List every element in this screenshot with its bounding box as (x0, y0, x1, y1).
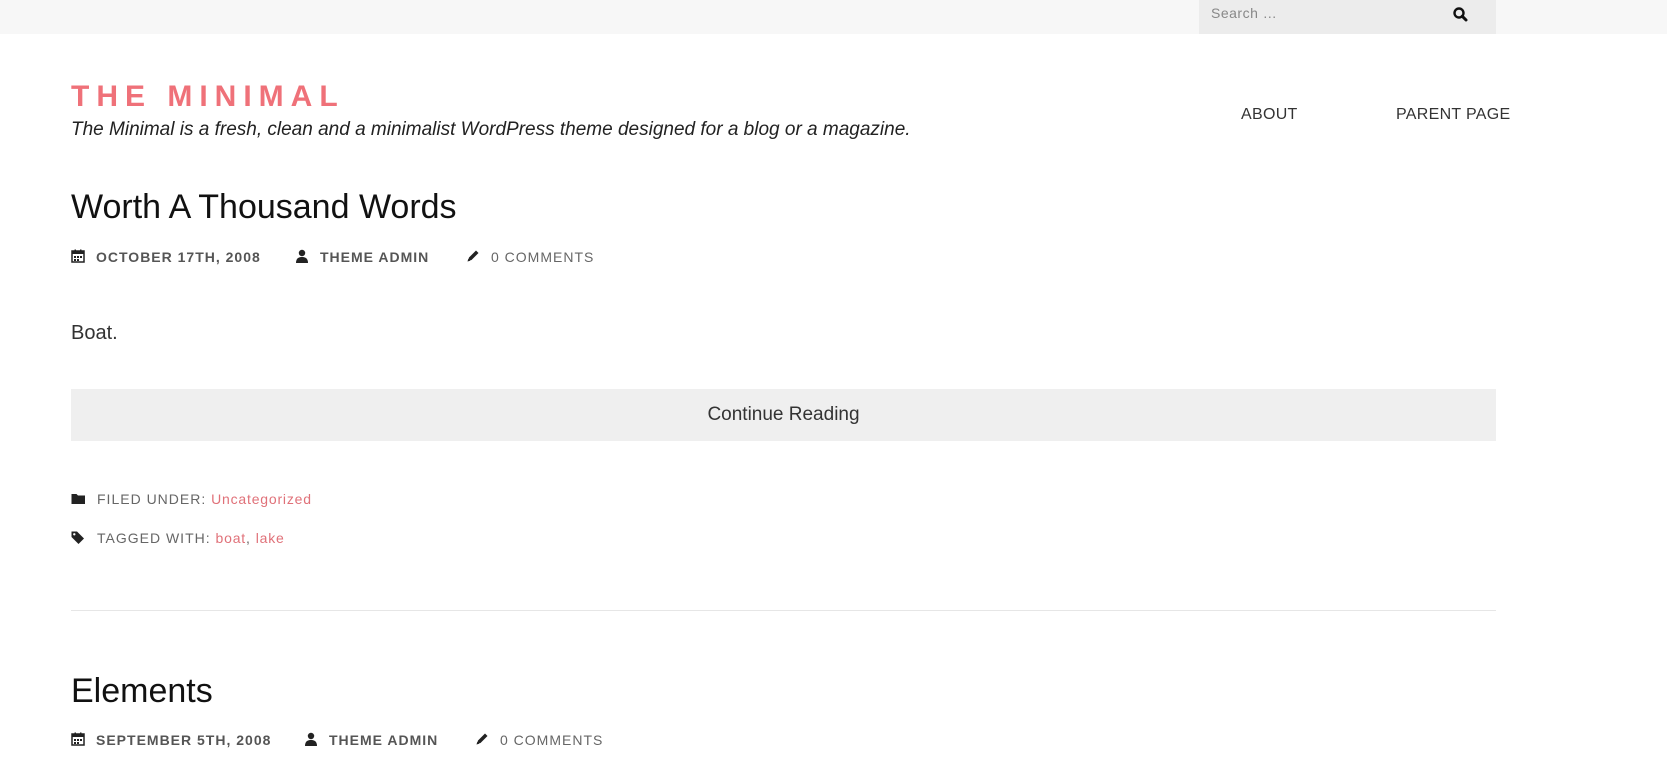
user-icon (305, 732, 317, 746)
tagged-with-row: TAGGED WITH: boat, lake (97, 530, 285, 546)
category-link[interactable]: Uncategorized (211, 491, 312, 507)
nav-item-parent-page[interactable]: PARENT PAGE (1396, 106, 1510, 124)
site-tagline: The Minimal is a fresh, clean and a mini… (71, 119, 911, 140)
search-icon[interactable] (1452, 5, 1472, 25)
tagged-with-label: TAGGED WITH: (97, 530, 211, 546)
search-input[interactable] (1199, 0, 1461, 26)
post-comments-text[interactable]: 0 COMMENTS (491, 249, 594, 265)
tag-icon (71, 531, 84, 544)
post-date-text[interactable]: SEPTEMBER 5TH, 2008 (96, 732, 271, 748)
calendar-icon (71, 249, 85, 263)
filed-under-label: FILED UNDER: (97, 491, 207, 507)
post-author-text[interactable]: THEME ADMIN (329, 732, 438, 748)
user-icon (296, 249, 308, 263)
post-divider (71, 610, 1496, 611)
post-comments-text[interactable]: 0 COMMENTS (500, 732, 603, 748)
filed-under-row: FILED UNDER: Uncategorized (97, 491, 312, 507)
tag-link-boat[interactable]: boat (216, 530, 246, 546)
post-date-text[interactable]: OCTOBER 17TH, 2008 (96, 249, 261, 265)
nav-item-about[interactable]: ABOUT (1241, 106, 1298, 124)
pencil-icon (467, 250, 479, 262)
post-categories: FILED UNDER: Uncategorized (71, 491, 471, 511)
tag-separator: , (245, 530, 251, 546)
calendar-icon (71, 732, 85, 746)
pencil-icon (476, 733, 488, 745)
post-author-text[interactable]: THEME ADMIN (320, 249, 429, 265)
folder-icon (71, 494, 85, 504)
tag-link-lake[interactable]: lake (256, 530, 285, 546)
post-title[interactable]: Worth A Thousand Words (71, 188, 457, 227)
site-title[interactable]: THE MINIMAL (71, 80, 345, 114)
post-excerpt: Boat. (71, 322, 118, 344)
post-title[interactable]: Elements (71, 672, 213, 711)
post-tags: TAGGED WITH: boat, lake (71, 530, 471, 550)
continue-reading-button[interactable]: Continue Reading (71, 389, 1496, 441)
